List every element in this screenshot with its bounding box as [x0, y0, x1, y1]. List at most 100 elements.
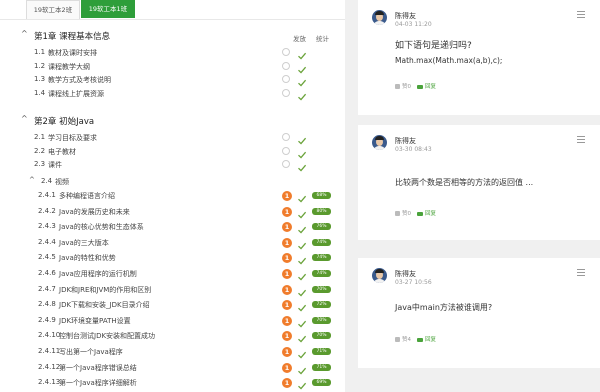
item-label[interactable]: 电子教材: [48, 147, 76, 157]
progress-badge[interactable]: 71%: [312, 363, 331, 371]
progress-badge[interactable]: 69%: [312, 379, 331, 387]
check-icon: [297, 376, 307, 390]
status-circle-icon[interactable]: [282, 61, 290, 70]
check-icon: [297, 220, 307, 234]
progress-badge[interactable]: 74%: [312, 254, 331, 262]
item-label[interactable]: 第一个Java程序详细解析: [59, 378, 137, 388]
notification-badge: 1: [282, 378, 292, 389]
outline-item[interactable]: 2.4.12 第一个Java程序错误总结 1 71%: [0, 362, 345, 375]
comment-actions: 赞0 回复: [395, 82, 436, 90]
status-circle-icon[interactable]: [282, 133, 290, 141]
progress-badge[interactable]: 70%: [312, 332, 331, 340]
outline-item[interactable]: 2.4.5 Java的特性和优势 1 74%: [0, 252, 345, 265]
item-label[interactable]: Java应用程序的运行机制: [59, 269, 137, 279]
chapter-2[interactable]: ^ 第2章 初始Java: [0, 112, 345, 130]
outline-item[interactable]: 2.4.3 Java的核心优势和生态体系 1 76%: [0, 221, 345, 234]
comment-card[interactable]: 陈得友 03-30 08:43 比较两个数是否相等的方法的返回值 ... 赞0 回…: [358, 125, 600, 240]
item-label[interactable]: JDK下载和安装_JDK目录介绍: [59, 300, 150, 310]
avatar: [372, 268, 387, 283]
item-label[interactable]: 多种编程语言介绍: [59, 191, 115, 201]
progress-badge[interactable]: 70%: [312, 285, 331, 293]
reply-link[interactable]: 回复: [425, 337, 436, 343]
chapter-1[interactable]: ^ 第1章 课程基本信息 发放 统计: [0, 27, 345, 45]
discussion-panel: 陈得友 04-03 11:20 如下语句是递归吗? Math.max(Math.…: [358, 0, 600, 392]
outline-item[interactable]: 1.1 教材及课时安排: [0, 47, 345, 60]
item-label[interactable]: 课程线上扩展资源: [48, 89, 104, 99]
item-label[interactable]: 学习目标及要求: [48, 133, 97, 143]
outline-item[interactable]: 2.4.10 控制台测试JDK安装和配置成功 1 70%: [0, 330, 345, 343]
item-label[interactable]: 教学方式及考核说明: [48, 75, 111, 85]
progress-badge[interactable]: 71%: [312, 348, 331, 355]
item-label[interactable]: JDK环境变量PATH设置: [59, 316, 131, 326]
outline-item[interactable]: 2.4.7 JDK和JRE和JVM的作用和区别 1 70%: [0, 284, 345, 297]
item-label[interactable]: 课程教学大纲: [48, 62, 90, 72]
outline-item[interactable]: 2.4.11 写出第一个Java程序 1 71%: [0, 346, 345, 359]
chevron-up-icon[interactable]: ^: [29, 176, 35, 184]
like-count[interactable]: 赞0: [402, 211, 411, 217]
comment-card[interactable]: 陈得友 03-27 10:56 Java中main方法被谁调用? 赞4 回复: [358, 258, 600, 368]
menu-icon[interactable]: [577, 11, 585, 18]
outline-item[interactable]: 2.1 学习目标及要求: [0, 132, 345, 145]
menu-icon[interactable]: [577, 136, 585, 143]
status-circle-icon[interactable]: [282, 88, 290, 97]
outline-item[interactable]: 2.4.13 第一个Java程序详细解析 1 69%: [0, 377, 345, 390]
thumbs-up-icon[interactable]: [395, 337, 400, 342]
item-number: 2.4.6: [38, 269, 56, 277]
comment-author: 陈得友: [395, 270, 416, 278]
outline-item[interactable]: 2.3 课件: [0, 159, 345, 172]
item-label[interactable]: 视频: [55, 177, 69, 187]
status-circle-icon[interactable]: [282, 160, 290, 168]
item-label[interactable]: 第一个Java程序错误总结: [59, 363, 137, 373]
reply-icon[interactable]: [417, 84, 423, 89]
progress-badge[interactable]: 80%: [312, 207, 331, 215]
progress-badge[interactable]: 70%: [312, 316, 331, 324]
thumbs-up-icon[interactable]: [395, 211, 400, 216]
status-circle-icon[interactable]: [282, 75, 290, 83]
outline-item[interactable]: 2.4.8 JDK下载和安装_JDK目录介绍 1 72%: [0, 299, 345, 312]
outline-item[interactable]: 1.4 课程线上扩展资源: [0, 88, 345, 101]
outline-item[interactable]: 2.4.1 多种编程语言介绍 1 68%: [0, 190, 345, 203]
progress-badge[interactable]: 74%: [312, 238, 331, 246]
item-label[interactable]: Java的三大版本: [59, 238, 109, 248]
progress-badge[interactable]: 76%: [312, 223, 331, 231]
outline-item[interactable]: 2.4.2 Java的发展历史和未来 1 80%: [0, 206, 345, 219]
item-label[interactable]: Java的发展历史和未来: [59, 207, 130, 217]
reply-icon[interactable]: [417, 211, 423, 216]
progress-badge[interactable]: 72%: [312, 301, 331, 309]
reply-link[interactable]: 回复: [425, 211, 436, 217]
check-icon: [297, 298, 307, 312]
progress-badge[interactable]: 74%: [312, 270, 331, 277]
outline-item[interactable]: 2.4.6 Java应用程序的运行机制 1 74%: [0, 268, 345, 281]
item-label[interactable]: Java的特性和优势: [59, 253, 116, 263]
outline-item[interactable]: 1.2 课程教学大纲: [0, 61, 345, 74]
outline-item[interactable]: 2.4.9 JDK环境变量PATH设置 1 70%: [0, 315, 345, 328]
item-label[interactable]: JDK和JRE和JVM的作用和区别: [59, 285, 151, 295]
outline-item[interactable]: 2.4.4 Java的三大版本 1 74%: [0, 237, 345, 250]
status-circle-icon[interactable]: [282, 146, 290, 155]
tab-class-1[interactable]: 19软工本1班: [81, 0, 135, 18]
check-icon: [297, 189, 307, 203]
progress-badge[interactable]: 68%: [312, 192, 331, 199]
tab-class-2[interactable]: 19软工本2班: [26, 0, 80, 19]
chevron-up-icon[interactable]: ^: [21, 29, 28, 38]
item-label[interactable]: 写出第一个Java程序: [59, 347, 123, 357]
menu-icon[interactable]: [577, 269, 585, 276]
item-label[interactable]: Java的核心优势和生态体系: [59, 222, 144, 232]
reply-link[interactable]: 回复: [425, 84, 436, 90]
item-label[interactable]: 控制台测试JDK安装和配置成功: [59, 331, 155, 341]
notification-badge: 1: [282, 331, 292, 342]
reply-icon[interactable]: [417, 337, 423, 342]
chevron-up-icon[interactable]: ^: [21, 114, 28, 123]
status-circle-icon[interactable]: [282, 48, 290, 56]
outline-item[interactable]: 2.2 电子教材: [0, 146, 345, 159]
like-count[interactable]: 赞0: [402, 84, 411, 90]
class-tabs: 19软工本2班 19软工本1班: [0, 0, 345, 20]
item-label[interactable]: 教材及课时安排: [48, 48, 97, 58]
thumbs-up-icon[interactable]: [395, 84, 400, 89]
item-label[interactable]: 课件: [48, 160, 62, 170]
outline-item[interactable]: 1.3 教学方式及考核说明: [0, 74, 345, 87]
comment-card[interactable]: 陈得友 04-03 11:20 如下语句是递归吗? Math.max(Math.…: [358, 0, 600, 115]
like-count[interactable]: 赞4: [402, 337, 411, 343]
outline-item[interactable]: 2.4 视频: [0, 176, 345, 189]
item-number: 2.4.5: [38, 253, 56, 262]
